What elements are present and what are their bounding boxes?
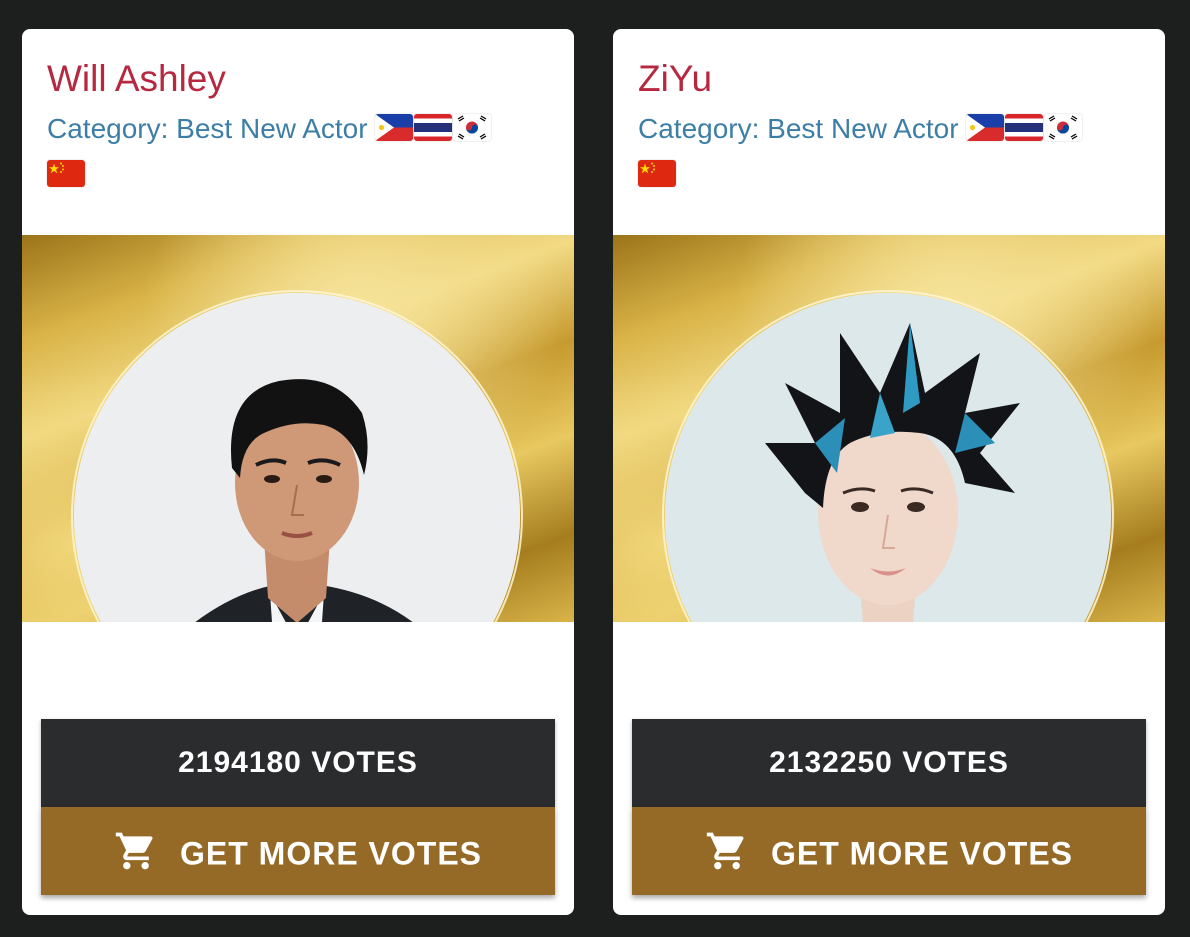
china-flag-icon: [638, 160, 676, 188]
thailand-flag-icon: [414, 114, 453, 142]
flags-line-2: [47, 153, 549, 197]
nominee-name[interactable]: Will Ashley: [47, 57, 549, 101]
nominee-grid: Will Ashley Category: Best New Actor 219…: [0, 0, 1190, 937]
get-more-votes-button[interactable]: GET MORE VOTES: [632, 807, 1146, 895]
category-line: Category: Best New Actor: [638, 105, 1140, 153]
category-line: Category: Best New Actor: [47, 105, 549, 153]
south-korea-flag-icon: [1044, 114, 1083, 142]
cart-icon: [114, 829, 158, 873]
nominee-photo-area: [22, 235, 574, 622]
china-flag-icon: [47, 160, 85, 188]
get-more-votes-button[interactable]: GET MORE VOTES: [41, 807, 555, 895]
vote-count: 2194180 VOTES: [41, 719, 555, 807]
cart-icon: [705, 829, 749, 873]
nominee-portrait[interactable]: [665, 293, 1111, 622]
philippines-flag-icon: [375, 114, 414, 142]
nominee-card: ZiYu Category: Best New Actor 2132250 VO…: [613, 29, 1165, 915]
nominee-name[interactable]: ZiYu: [638, 57, 1140, 101]
card-header: ZiYu Category: Best New Actor: [638, 57, 1140, 197]
thailand-flag-icon: [1005, 114, 1044, 142]
get-more-votes-label: GET MORE VOTES: [770, 835, 1074, 872]
flags-line-2: [638, 153, 1140, 197]
card-header: Will Ashley Category: Best New Actor: [47, 57, 549, 197]
philippines-flag-icon: [966, 114, 1005, 142]
vote-count: 2132250 VOTES: [632, 719, 1146, 807]
category-label: Category: Best New Actor: [638, 113, 959, 144]
nominee-portrait[interactable]: [74, 293, 520, 622]
south-korea-flag-icon: [453, 114, 492, 142]
nominee-card: Will Ashley Category: Best New Actor 219…: [22, 29, 574, 915]
nominee-photo-area: [613, 235, 1165, 622]
get-more-votes-label: GET MORE VOTES: [179, 835, 483, 872]
category-label: Category: Best New Actor: [47, 113, 368, 144]
